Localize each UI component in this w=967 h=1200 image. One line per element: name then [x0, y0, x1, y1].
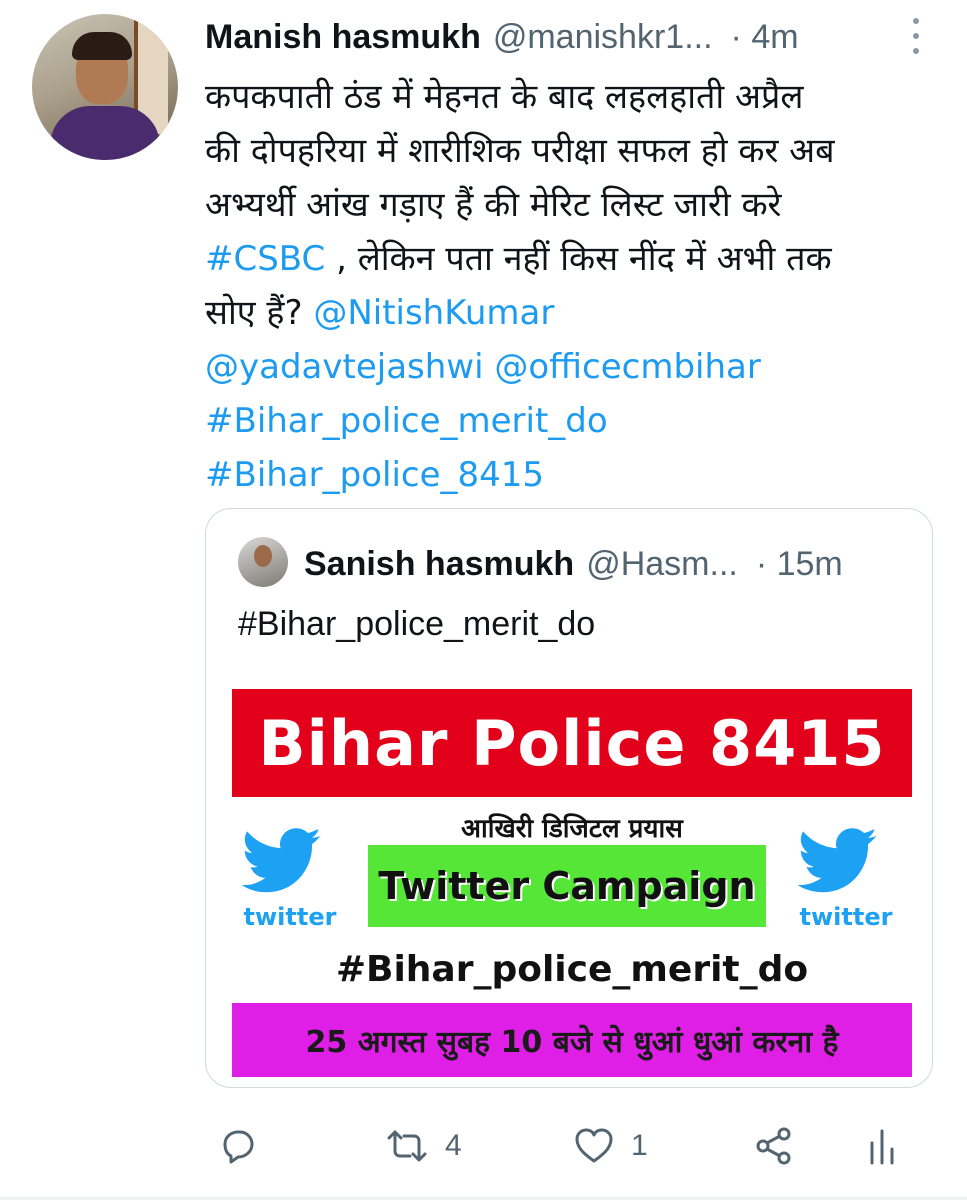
- tweet-line: सोए हैं? @NitishKumar: [205, 286, 940, 340]
- tweet-actions: 4 1: [205, 1118, 910, 1174]
- image-title: Bihar Police 8415: [258, 706, 886, 780]
- quoted-author-name: Sanish hasmukh: [304, 544, 575, 583]
- image-schedule: 25 अगस्त सुबह 10 बजे से धुआं धुआं करना ह…: [305, 1024, 839, 1060]
- twitter-wordmark: twitter: [799, 903, 893, 931]
- mention-nitishkumar[interactable]: @NitishKumar: [313, 293, 554, 333]
- tweet-text-fragment: , लेकिन पता नहीं किस नींद में अभी तक: [325, 239, 832, 279]
- like-count: 1: [631, 1129, 648, 1162]
- hashtag-bihar-police-merit-do[interactable]: #Bihar_police_merit_do: [205, 401, 608, 441]
- tweet-body: कपकपाती ठंड में मेहनत के बाद लहलहाती अप्…: [205, 70, 940, 502]
- twitter-bird-icon: twitter: [230, 821, 350, 931]
- image-schedule-banner: 25 अगस्त सुबह 10 बजे से धुआं धुआं करना ह…: [232, 1003, 912, 1077]
- image-hashtag: #Bihar_police_merit_do: [335, 949, 809, 990]
- reply-button[interactable]: [217, 1118, 257, 1174]
- quoted-author-avatar[interactable]: [238, 537, 288, 587]
- retweet-button[interactable]: 4: [385, 1118, 462, 1174]
- author-avatar[interactable]: [32, 14, 178, 160]
- avatar-shirt: [50, 106, 160, 160]
- image-title-banner: Bihar Police 8415: [232, 689, 912, 797]
- retweet-icon: [387, 1130, 427, 1162]
- analytics-icon: [870, 1129, 894, 1165]
- avatar-hair: [72, 32, 132, 60]
- quoted-tweet[interactable]: Sanish hasmukh @Hasm... · 15m #Bihar_pol…: [205, 508, 933, 1088]
- reply-icon: [223, 1130, 254, 1164]
- quoted-tweet-text: #Bihar_police_merit_do: [238, 605, 596, 643]
- tweet[interactable]: Manish hasmukh @manishkr1... · 4m कपकपात…: [0, 0, 967, 1200]
- tweet-line: अभ्यर्थी आंख गड़ाए हैं की मेरिट लिस्ट जा…: [205, 185, 782, 225]
- quoted-tweet-time: · 15m: [755, 544, 843, 583]
- tweet-line: #Bihar_police_merit_do: [205, 394, 940, 448]
- tweet-text-fragment: सोए हैं?: [205, 293, 314, 333]
- tweet-header: Manish hasmukh @manishkr1... · 4m: [205, 14, 945, 60]
- share-icon: [756, 1127, 791, 1165]
- analytics-button[interactable]: [867, 1118, 897, 1174]
- hashtag-bihar-police-8415[interactable]: #Bihar_police_8415: [205, 455, 544, 495]
- tweet-line: @yadavtejashwi @officecmbihar: [205, 340, 940, 394]
- campaign-label: Twitter Campaign: [378, 864, 756, 908]
- tweet-line: कपकपाती ठंड में मेहनत के बाद लहलहाती अप्…: [205, 77, 804, 117]
- quoted-tweet-header: Sanish hasmukh @Hasm... · 15m: [304, 539, 914, 589]
- author-name[interactable]: Manish hasmukh: [205, 18, 481, 57]
- mention-yadavtejashwi[interactable]: @yadavtejashwi: [205, 347, 484, 387]
- author-handle[interactable]: @manishkr1...: [493, 18, 713, 57]
- tweet-line: #Bihar_police_8415: [205, 448, 940, 502]
- twitter-wordmark: twitter: [243, 903, 337, 931]
- mention-officecmbihar[interactable]: @officecmbihar: [494, 347, 761, 387]
- quoted-tweet-image[interactable]: Bihar Police 8415 आखिरी डिजिटल प्रयास tw…: [226, 681, 918, 1087]
- share-button[interactable]: [753, 1118, 795, 1174]
- tweet-time[interactable]: · 4m: [731, 18, 799, 57]
- twitter-bird-icon: twitter: [786, 821, 906, 931]
- like-button[interactable]: 1: [573, 1118, 648, 1174]
- tweet-line: #CSBC , लेकिन पता नहीं किस नींद में अभी …: [205, 232, 940, 286]
- tweet-line: की दोपहरिया में शारीशिक परीक्षा सफल हो क…: [205, 131, 835, 171]
- retweet-count: 4: [445, 1129, 462, 1162]
- hashtag-csbc[interactable]: #CSBC: [205, 239, 325, 279]
- quoted-author-handle: @Hasm...: [586, 544, 738, 583]
- campaign-badge: Twitter Campaign: [368, 845, 766, 927]
- heart-icon: [575, 1128, 613, 1163]
- more-options-icon[interactable]: [911, 18, 921, 54]
